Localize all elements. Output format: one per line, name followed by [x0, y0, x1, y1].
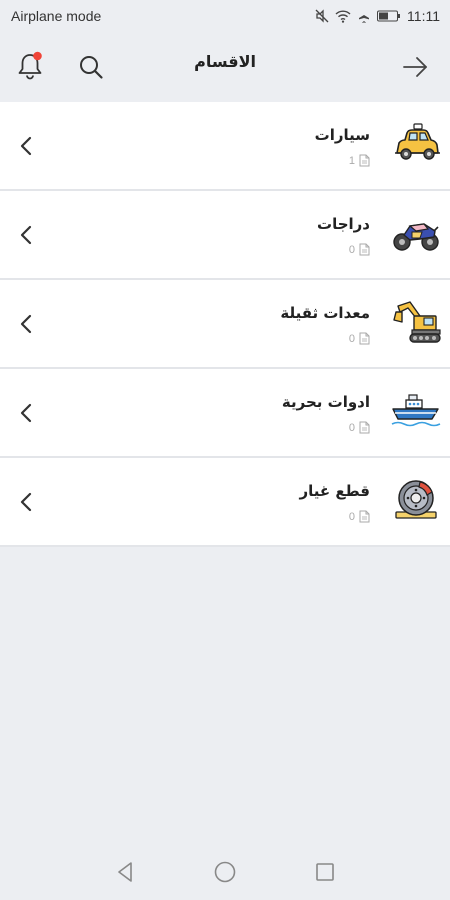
count-value: 1 — [348, 154, 355, 167]
category-name: معدات ثقيلة — [280, 304, 370, 322]
motorcycle-icon — [393, 223, 439, 251]
arrow-right-icon — [403, 57, 427, 77]
back-button[interactable] — [400, 52, 430, 82]
document-icon — [359, 243, 370, 256]
boat-icon — [391, 394, 441, 427]
status-bar: Airplane mode 11:11 — [0, 0, 450, 32]
excavator-icon — [393, 301, 441, 343]
category-count: 1 — [349, 154, 370, 167]
category-name: سيارات — [314, 126, 370, 144]
car-icon — [395, 123, 440, 160]
count-value: 0 — [348, 243, 355, 256]
category-item-cars[interactable]: سيارات 1 — [0, 102, 450, 191]
notifications-button[interactable] — [16, 50, 46, 82]
chevron-left-icon — [20, 314, 32, 334]
category-item-heavy-equipment[interactable]: معدات ثقيلة 0 — [0, 280, 450, 369]
category-count: 0 — [349, 421, 370, 434]
search-icon — [80, 56, 103, 79]
recents-square-icon — [316, 863, 334, 881]
chevron-left-icon — [20, 225, 32, 245]
back-triangle-icon — [118, 862, 132, 882]
document-icon — [359, 421, 370, 434]
bell-icon — [18, 51, 42, 80]
category-item-marine-tools[interactable]: ادوات بحرية 0 — [0, 369, 450, 458]
battery-icon — [377, 10, 401, 22]
nav-home-button[interactable] — [212, 859, 238, 885]
category-name: ادوات بحرية — [281, 393, 370, 411]
category-item-spare-parts[interactable]: قطع غيار 0 — [0, 458, 450, 547]
nav-back-button[interactable] — [112, 859, 138, 885]
category-item-motorcycles[interactable]: دراجات 0 — [0, 191, 450, 280]
document-icon — [359, 332, 370, 345]
category-count: 0 — [349, 243, 370, 256]
app-header: الاقسام — [0, 32, 450, 102]
category-name: دراجات — [317, 215, 370, 233]
mute-icon — [315, 9, 329, 23]
chevron-left-icon — [20, 403, 32, 423]
airplane-mode-text: Airplane mode — [11, 8, 102, 24]
category-name: قطع غيار — [299, 482, 370, 500]
notification-dot — [33, 51, 42, 61]
home-circle-icon — [214, 861, 236, 883]
document-icon — [359, 510, 370, 523]
category-count: 0 — [349, 510, 370, 523]
count-value: 0 — [348, 332, 355, 345]
status-icons: 11:11 — [315, 8, 440, 24]
system-navigation-bar — [0, 844, 450, 900]
chevron-left-icon — [20, 492, 32, 512]
count-value: 0 — [348, 421, 355, 434]
brake-disc-icon — [395, 480, 437, 519]
search-button[interactable] — [76, 52, 106, 82]
category-count: 0 — [349, 332, 370, 345]
document-icon — [359, 154, 370, 167]
clock-text: 11:11 — [407, 8, 440, 24]
page-title: الاقسام — [194, 52, 256, 71]
count-value: 0 — [348, 510, 355, 523]
airplane-icon — [359, 10, 370, 23]
nav-recents-button[interactable] — [312, 859, 338, 885]
categories-list: سيارات 1 دراجات 0 معدات ثقيلة 0 ادوات بح… — [0, 102, 450, 547]
chevron-left-icon — [20, 136, 32, 156]
wifi-icon — [335, 10, 351, 23]
